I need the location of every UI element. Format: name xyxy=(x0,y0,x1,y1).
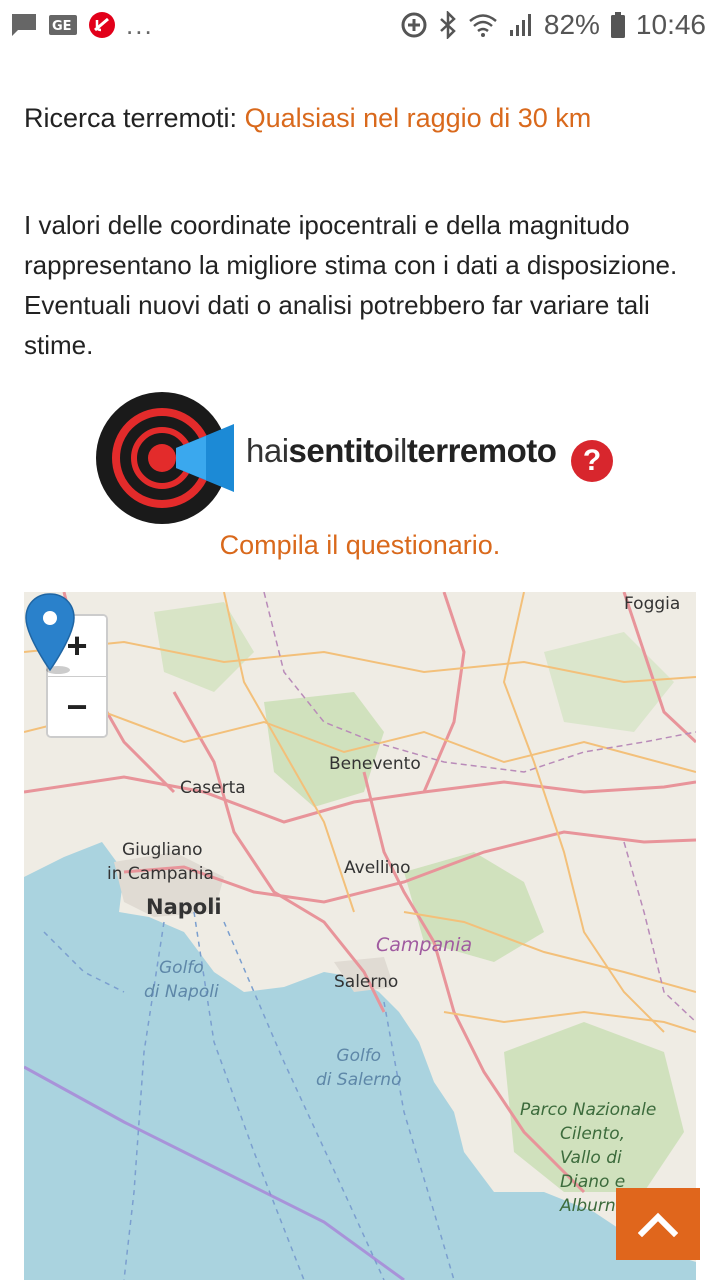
logo-word-hai: hai xyxy=(246,432,289,469)
hai-sentito-il-terremoto-logo[interactable]: haisentitoilterremoto ? xyxy=(96,388,626,528)
logo-word-sentito: sentito xyxy=(288,432,394,469)
golfo-napoli-line-2: di Napoli xyxy=(144,982,219,1002)
golfo-napoli-line-1: Golfo xyxy=(159,958,204,978)
wifi-icon xyxy=(468,12,498,38)
status-bar: GE ... 82% 10:46 xyxy=(0,0,720,50)
logo-wordmark: haisentitoilterremoto xyxy=(246,432,557,470)
signal-icon xyxy=(508,12,534,38)
data-saver-icon xyxy=(400,11,428,39)
map-label-campania: Campania xyxy=(376,934,473,956)
battery-icon xyxy=(610,11,626,39)
parco-line-3: Vallo di xyxy=(560,1148,622,1168)
parco-line-1: Parco Nazionale xyxy=(520,1100,657,1120)
forest-area xyxy=(154,602,254,692)
ge-icon: GE xyxy=(48,13,78,37)
questionnaire-link[interactable]: Compila il questionario. xyxy=(0,530,720,561)
scroll-to-top-button[interactable] xyxy=(616,1188,700,1260)
notification-overflow: ... xyxy=(126,9,154,40)
parco-line-2: Cilento, xyxy=(560,1124,626,1144)
zoom-out-button[interactable]: − xyxy=(48,676,106,736)
map-label-giugliano-2: in Campania xyxy=(107,864,214,884)
map-label-foggia: Foggia xyxy=(624,594,681,614)
battery-percent: 82% xyxy=(543,9,600,40)
message-icon xyxy=(10,12,38,38)
map-label-golfo-salerno: Golfo di Salerno xyxy=(316,1044,401,1092)
bluetooth-icon xyxy=(438,11,458,39)
ge-label: GE xyxy=(52,19,72,34)
search-summary: Ricerca terremoti: Qualsiasi nel raggio … xyxy=(24,103,591,134)
status-bar-right: 82% 10:46 xyxy=(400,9,706,41)
clock: 10:46 xyxy=(635,9,706,40)
map-label-avellino: Avellino xyxy=(344,858,411,878)
map-label-giugliano: Giugliano xyxy=(122,840,203,860)
chevron-up-icon xyxy=(638,1212,678,1237)
logo-word-terremoto: terremoto xyxy=(406,432,557,469)
question-mark-icon: ? xyxy=(571,440,613,482)
search-radius-link[interactable]: Qualsiasi nel raggio di 30 km xyxy=(245,103,592,133)
unicredit-icon xyxy=(88,11,116,39)
logo-word-il: il xyxy=(393,432,407,469)
golfo-salerno-line-2: di Salerno xyxy=(316,1070,402,1090)
map-label-caserta: Caserta xyxy=(180,778,246,798)
golfo-salerno-line-1: Golfo xyxy=(336,1046,382,1066)
target-megaphone-icon xyxy=(96,392,234,524)
earthquake-map[interactable]: Foggia Benevento Caserta Giugliano in Ca… xyxy=(24,592,696,1280)
map-label-benevento: Benevento xyxy=(329,754,421,774)
map-label-salerno: Salerno xyxy=(334,972,399,992)
disclaimer-text: I valori delle coordinate ipocentrali e … xyxy=(24,210,678,360)
search-label: Ricerca terremoti: xyxy=(24,103,238,133)
map-label-napoli: Napoli xyxy=(146,895,222,919)
map-label-golfo-napoli: Golfo di Napoli xyxy=(144,956,219,1004)
status-bar-left: GE ... xyxy=(10,10,154,41)
epicenter-marker-icon[interactable] xyxy=(24,592,76,674)
